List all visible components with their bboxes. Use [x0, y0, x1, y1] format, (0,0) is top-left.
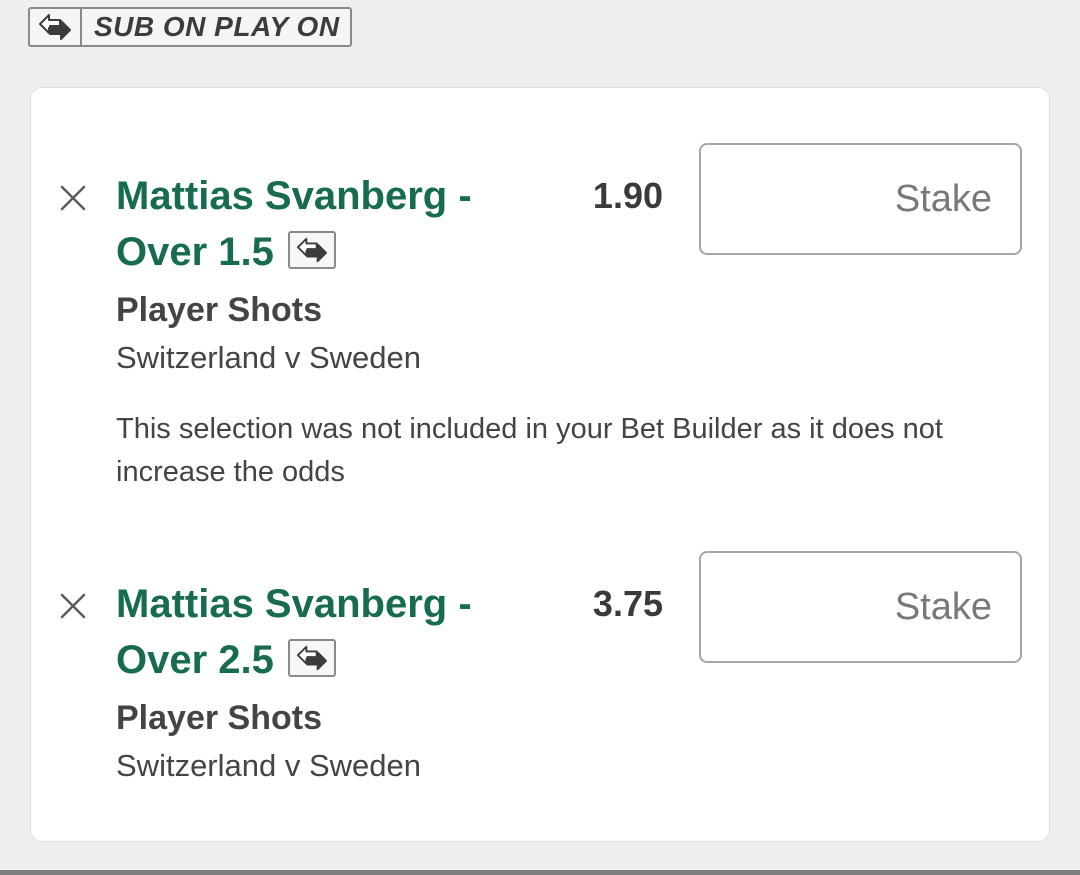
swap-arrows-icon: [287, 639, 336, 678]
selection-title: Mattias Svanberg - Over 2.5: [116, 576, 516, 688]
selection-title-line-1: Mattias Svanberg -: [116, 174, 472, 218]
close-icon: [60, 185, 86, 211]
swap-arrows-icon: [30, 9, 82, 45]
selection-odds: 3.75: [592, 583, 663, 624]
selection-title-line-2: Over 2.5: [116, 638, 274, 682]
remove-selection-button[interactable]: [57, 182, 89, 214]
event-name: Switzerland v Sweden: [116, 748, 421, 783]
selection-title: Mattias Svanberg - Over 1.5: [116, 168, 516, 280]
selection-title-line-1: Mattias Svanberg -: [116, 582, 472, 626]
bottom-divider: [0, 870, 1080, 875]
market-name: Player Shots: [116, 699, 322, 737]
sub-on-play-on-label: SUB ON PLAY ON: [94, 11, 340, 42]
close-icon: [60, 593, 86, 619]
stake-input[interactable]: [699, 143, 1022, 255]
bet-slip-card: Mattias Svanberg - Over 1.5 1.90 Player …: [30, 87, 1050, 842]
selection-odds: 1.90: [592, 175, 663, 216]
bet-builder-notice: This selection was not included in your …: [116, 413, 943, 488]
swap-arrows-icon: [287, 231, 336, 270]
event-name: Switzerland v Sweden: [116, 340, 421, 375]
sub-on-play-on-badge[interactable]: SUB ON PLAY ON: [28, 7, 352, 47]
stake-input[interactable]: [699, 551, 1022, 663]
remove-selection-button[interactable]: [57, 590, 89, 622]
market-name: Player Shots: [116, 291, 322, 329]
selection-title-line-2: Over 1.5: [116, 230, 274, 274]
